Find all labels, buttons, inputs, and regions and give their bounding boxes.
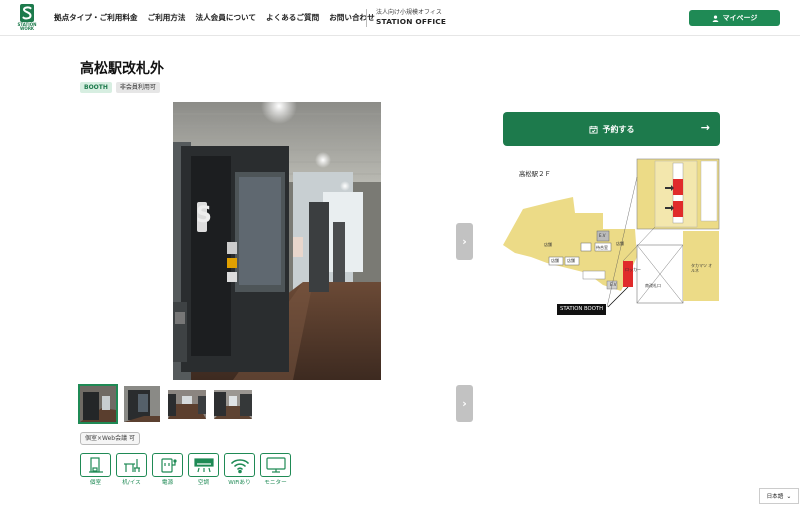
thumbnail-image [168, 390, 206, 419]
chevron-right-icon: › [462, 235, 467, 248]
main-photo: S [173, 102, 381, 380]
amenity-monitor: モニター [260, 453, 291, 487]
map-label-shop: 店舗 [551, 258, 559, 263]
main-nav: 拠点タイプ・ご利用料金 ご利用方法 法人会員について よくあるご質問 お問い合わ… [54, 12, 385, 23]
nav-item-corporate[interactable]: 法人会員について [196, 12, 257, 23]
reserve-button[interactable]: 予約する → [503, 112, 720, 146]
booth-photo-image: S [173, 102, 381, 380]
station-booth-label: STATION BOOTH [557, 304, 607, 315]
booth-badge: BOOTH [80, 82, 112, 93]
calendar-icon [588, 125, 598, 134]
thumbnail-4[interactable] [214, 390, 252, 419]
floor-map: 高松駅２Ｆ 店舗 店舗 店舗 店舗 E.V 待合室 E.V ロッカー 南改札口 … [503, 157, 721, 317]
amenity-desk-chair: 机/イス [116, 453, 147, 487]
reserve-label: 予約する [602, 124, 635, 134]
office-subtitle: 法人向け小規模オフィス [376, 9, 442, 16]
nav-item-faq[interactable]: よくあるご質問 [266, 12, 319, 23]
office-title: STATION OFFICE [376, 17, 447, 26]
nav-item-types-prices[interactable]: 拠点タイプ・ご利用料金 [54, 12, 138, 23]
chevron-down-icon: ⌄ [786, 492, 792, 500]
site-header: STATION WORK 拠点タイプ・ご利用料金 ご利用方法 法人会員について … [0, 0, 800, 36]
logo-s-icon [20, 4, 34, 22]
floor-map-image [503, 158, 720, 308]
amenity-power: 電源 [152, 453, 183, 487]
thumbnail-image [124, 386, 160, 422]
amenity-private-room: 個室 [80, 453, 111, 487]
logo-text: STATION WORK [17, 22, 37, 31]
desk-chair-icon [123, 459, 140, 472]
map-label-entrance: 南改札口 [645, 283, 661, 288]
amenity-wifi: WiFiあり [224, 453, 255, 487]
non-member-badge: 非会員利用可 [115, 82, 160, 93]
map-label-shop: 店舗 [544, 242, 552, 247]
thumbnail-next-button[interactable]: › [456, 385, 473, 422]
thumbnail-3[interactable] [168, 390, 206, 419]
station-office-link[interactable]: 法人向け小規模オフィス STATION OFFICE [376, 9, 446, 27]
badge-group: BOOTH 非会員利用可 [80, 82, 160, 93]
photo-next-button[interactable]: › [456, 223, 473, 260]
nav-item-how-to-use[interactable]: ご利用方法 [148, 12, 186, 23]
map-title: 高松駅２Ｆ [519, 170, 551, 178]
mypage-label: マイページ [722, 14, 758, 22]
thumbnail-2[interactable] [124, 386, 160, 422]
thumbnail-image [214, 390, 252, 419]
monitor-icon [265, 457, 286, 473]
nav-item-contact[interactable]: お問い合わせ [329, 12, 375, 23]
chevron-right-icon: › [462, 397, 467, 410]
power-outlet-icon [160, 458, 177, 473]
thumbnail-strip [78, 384, 252, 424]
web-meeting-tag: 個室×Web会議 可 [80, 432, 141, 445]
amenity-air-conditioning: 空調 [188, 453, 219, 487]
station-work-logo[interactable]: STATION WORK [16, 4, 38, 32]
arrow-right-icon: → [700, 121, 710, 134]
map-label-locker: ロッカー [625, 267, 641, 272]
language-label: 日本語 [766, 494, 784, 500]
wifi-icon [230, 459, 249, 474]
mypage-button[interactable]: マイページ [689, 10, 780, 26]
air-conditioner-icon [193, 458, 214, 473]
page-title: 高松駅改札外 [80, 61, 164, 77]
map-label-orne: タカマツ オルネ [691, 263, 713, 273]
thumbnail-1[interactable] [78, 384, 118, 424]
map-label-elevator: E.V [610, 282, 617, 287]
user-icon [712, 14, 718, 22]
language-select[interactable]: 日本語 ⌄ [759, 488, 799, 504]
map-label-shop: 店舗 [616, 241, 624, 246]
map-label-ev: E.V [599, 233, 606, 238]
map-label-shop: 店舗 [567, 258, 575, 263]
thumbnail-image [80, 386, 116, 422]
map-label-waiting-room: 待合室 [596, 245, 608, 250]
nav-divider [366, 9, 367, 27]
amenity-list: 個室 机/イス 電源 空調 WiFiあり モニター [80, 453, 291, 487]
svg-text:S: S [196, 203, 212, 228]
private-room-icon [88, 457, 103, 473]
